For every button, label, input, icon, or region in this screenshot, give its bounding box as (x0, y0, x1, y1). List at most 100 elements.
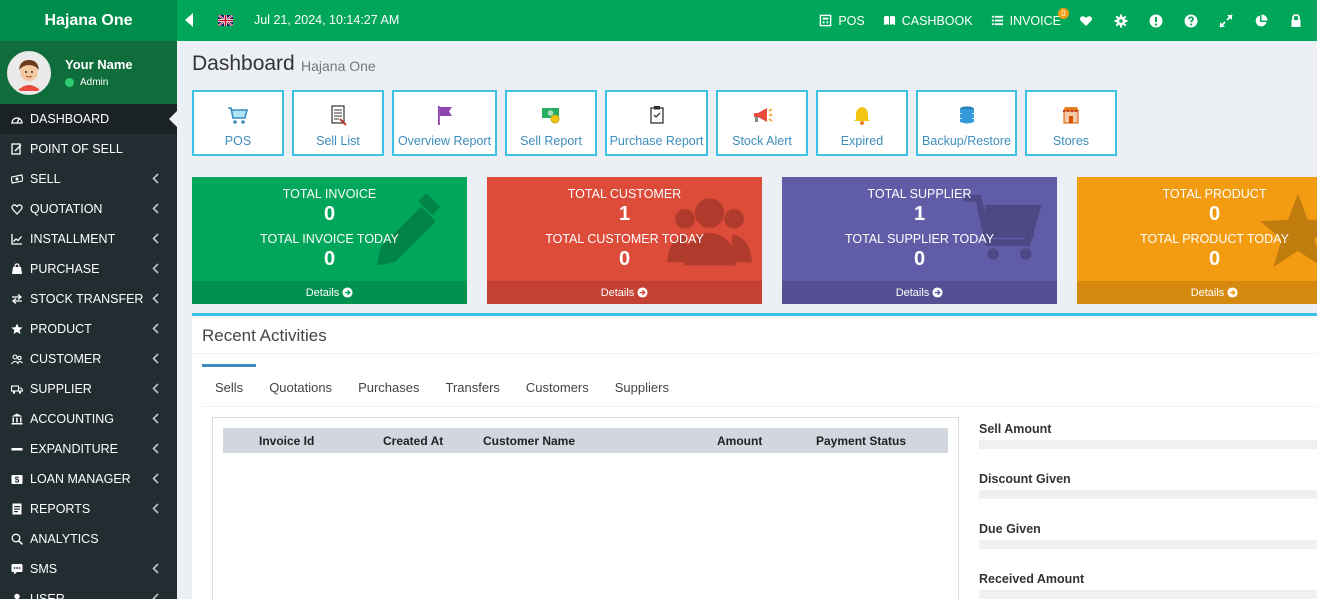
sidebar-item-sell[interactable]: SELL (0, 164, 177, 194)
quick-purchase-report-button[interactable]: Purchase Report (605, 90, 708, 156)
summary-progress-bar (979, 540, 1317, 549)
pos-icon (820, 14, 832, 27)
sidebar-item-customer[interactable]: CUSTOMER (0, 344, 177, 374)
column-header-payment-status[interactable]: Payment Status (816, 434, 906, 448)
recent-activities-box: Recent Activities Sells Quotations Purchas… (192, 313, 1317, 599)
sidebar-item-label: ANALYTICS (30, 532, 99, 546)
header-invoice-link[interactable]: INVOICE 0 (991, 7, 1069, 28)
quick-sell-report-button[interactable]: Sell Report (505, 90, 597, 156)
transfer-icon (11, 293, 23, 305)
avatar[interactable] (7, 50, 51, 95)
chevron-left-icon (152, 473, 159, 484)
tab-quotations[interactable]: Quotations (256, 364, 345, 406)
arrow-circle-right-icon (1227, 287, 1238, 298)
minus-icon (11, 443, 23, 455)
user-panel: Your Name Admin (0, 41, 177, 104)
quick-pos-button[interactable]: POS (192, 90, 284, 156)
quick-stock-alert-button[interactable]: Stock Alert (716, 90, 808, 156)
chevron-left-icon (152, 383, 159, 394)
dashboard-icon (11, 113, 23, 125)
sidebar-item-accounting[interactable]: ACCOUNTING (0, 404, 177, 434)
header-cashbook-link[interactable]: CASHBOOK (883, 14, 973, 28)
summary-label: Received Amount (979, 572, 1085, 586)
summary-received-amount: Received Amount (979, 567, 1317, 599)
sidebar-item-installment[interactable]: INSTALLMENT (0, 224, 177, 254)
stat-details-link[interactable]: Details (487, 281, 762, 304)
user-icon (11, 593, 23, 599)
sidebar-item-analytics[interactable]: ANALYTICS (0, 524, 177, 554)
stat-today-value: 0 (913, 248, 926, 270)
sidebar-item-supplier[interactable]: SUPPLIER (0, 374, 177, 404)
chevron-left-icon (152, 173, 159, 184)
sidebar-item-label: REPORTS (30, 502, 91, 516)
quick-stores-button[interactable]: Stores (1025, 90, 1117, 156)
alert-icon[interactable] (1149, 14, 1163, 28)
sidebar-item-dashboard[interactable]: DASHBOARD (0, 104, 177, 134)
brand-logo[interactable]: Hajana One (0, 0, 177, 41)
sidebar-item-loan-manager[interactable]: $ LOAN MANAGER (0, 464, 177, 494)
chevron-left-icon (152, 353, 159, 364)
pie-chart-icon[interactable] (1254, 14, 1268, 28)
sidebar-item-point-of-sell[interactable]: POINT OF SELL (0, 134, 177, 164)
activity-tabs: Sells Quotations Purchases Transfers Custome… (202, 364, 1317, 407)
sidebar-item-label: SUPPLIER (30, 382, 92, 396)
summary-label: Due Given (979, 522, 1041, 536)
sidebar-item-user[interactable]: USER (0, 584, 177, 599)
tab-transfers[interactable]: Transfers (432, 364, 512, 406)
sidebar-item-reports[interactable]: REPORTS (0, 494, 177, 524)
quick-overview-report-button[interactable]: Overview Report (392, 90, 497, 156)
sidebar-toggle-icon[interactable] (185, 13, 194, 27)
stat-today-label: TOTAL PRODUCT TODAY (1140, 232, 1289, 246)
list-icon (991, 15, 1003, 26)
help-icon[interactable] (1184, 14, 1198, 28)
sidebar-item-label: STOCK TRANSFER (30, 292, 144, 306)
quick-button-label: Backup/Restore (922, 134, 1011, 148)
quick-button-label: POS (224, 134, 252, 148)
tab-sells[interactable]: Sells (202, 364, 257, 406)
chevron-left-icon (152, 563, 159, 574)
page-title: Dashboard (192, 52, 295, 75)
quick-button-label: Sell Report (520, 134, 582, 148)
tab-suppliers[interactable]: Suppliers (602, 364, 682, 406)
summary-sell-amount: Sell Amount (979, 417, 1317, 467)
arrow-circle-right-icon (932, 287, 943, 298)
summary-label: Sell Amount (979, 422, 1052, 436)
quick-backup-restore-button[interactable]: Backup/Restore (916, 90, 1017, 156)
sidebar-item-purchase[interactable]: PURCHASE (0, 254, 177, 284)
bag-icon (11, 263, 23, 275)
stat-details-link[interactable]: Details (782, 281, 1057, 304)
quick-button-label: Stock Alert (732, 134, 792, 148)
clipboard-icon (649, 106, 664, 124)
sidebar-item-label: PURCHASE (30, 262, 100, 276)
fullscreen-icon[interactable] (1219, 13, 1233, 28)
sidebar-item-product[interactable]: PRODUCT (0, 314, 177, 344)
tab-purchases[interactable]: Purchases (345, 364, 432, 406)
column-header-amount[interactable]: Amount (717, 434, 762, 448)
sidebar-item-label: LOAN MANAGER (30, 472, 131, 486)
heart-icon[interactable] (1079, 14, 1093, 28)
column-header-customer-name[interactable]: Customer Name (483, 434, 575, 448)
chevron-left-icon (152, 413, 159, 424)
stat-details-link[interactable]: Details (192, 281, 467, 304)
column-header-created-at[interactable]: Created At (383, 434, 443, 448)
summary-progress-bar (979, 590, 1317, 599)
stat-details-link[interactable]: Details (1077, 281, 1317, 304)
header-pos-link[interactable]: POS (819, 14, 865, 28)
sidebar-item-stock-transfer[interactable]: STOCK TRANSFER (0, 284, 177, 314)
sidebar-item-label: QUOTATION (30, 202, 103, 216)
lock-icon[interactable] (1289, 13, 1303, 28)
sidebar-item-quotation[interactable]: QUOTATION (0, 194, 177, 224)
tab-customers[interactable]: Customers (513, 364, 602, 406)
sidebar-item-expanditure[interactable]: EXPANDITURE (0, 434, 177, 464)
users-icon (11, 353, 23, 365)
sidebar-item-sms[interactable]: SMS (0, 554, 177, 584)
main-content: Dashboard Hajana One POS Sell List Overvie… (177, 41, 1317, 599)
bell-icon (854, 107, 870, 125)
quick-expired-button[interactable]: Expired (816, 90, 908, 156)
uk-flag-icon[interactable] (218, 15, 233, 26)
invoice-label: INVOICE (1009, 13, 1061, 28)
gear-icon[interactable] (1114, 14, 1128, 28)
column-header-invoice-id[interactable]: Invoice Id (259, 434, 314, 448)
quick-sell-list-button[interactable]: Sell List (292, 90, 384, 156)
star-icon (11, 323, 23, 335)
